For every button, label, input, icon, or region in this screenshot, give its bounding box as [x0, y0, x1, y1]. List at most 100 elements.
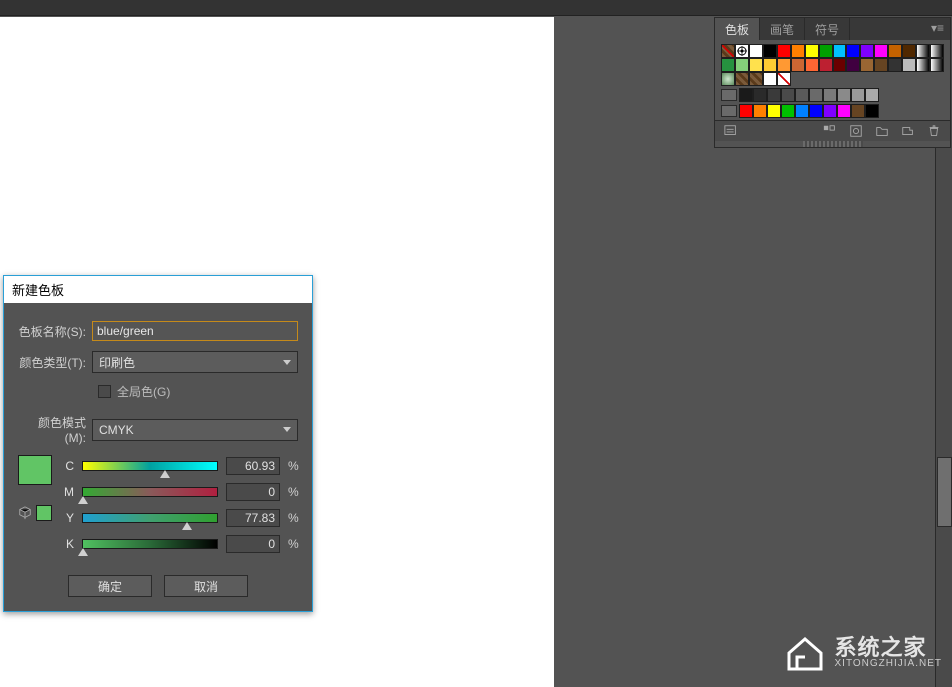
value-input-Y[interactable] [226, 509, 280, 527]
swatch[interactable] [795, 104, 809, 118]
tab-brushes[interactable]: 画笔 [760, 18, 805, 40]
swatch[interactable] [930, 44, 944, 58]
swatch[interactable] [823, 104, 837, 118]
color-mode-select[interactable]: CMYK [92, 419, 298, 441]
swatch[interactable] [846, 58, 860, 72]
swatch[interactable] [809, 104, 823, 118]
web-safe-icon[interactable] [18, 506, 32, 520]
swatch[interactable] [721, 58, 735, 72]
swatch[interactable] [916, 44, 930, 58]
swatch[interactable] [767, 88, 781, 102]
slider-Y[interactable] [82, 513, 218, 523]
swatch[interactable] [837, 88, 851, 102]
color-preview-small [36, 505, 52, 521]
swatch[interactable] [749, 58, 763, 72]
swatch[interactable] [781, 88, 795, 102]
swatch-libraries-icon[interactable] [723, 124, 739, 138]
swatch[interactable] [739, 104, 753, 118]
swatch[interactable] [735, 58, 749, 72]
swatch[interactable] [763, 72, 777, 86]
swatch-group-folder[interactable] [721, 89, 737, 101]
swatch-name-input[interactable] [92, 321, 298, 341]
swatch[interactable] [781, 104, 795, 118]
swatch[interactable] [851, 104, 865, 118]
swatch[interactable] [777, 44, 791, 58]
swatch-options-icon[interactable] [848, 124, 864, 138]
slider-M[interactable] [82, 487, 218, 497]
swatch[interactable] [888, 44, 902, 58]
chevron-down-icon [283, 360, 291, 365]
swatch[interactable] [767, 104, 781, 118]
slider-C[interactable] [82, 461, 218, 471]
swatch[interactable] [805, 58, 819, 72]
swatch[interactable] [809, 88, 823, 102]
swatch[interactable] [805, 44, 819, 58]
tab-symbols[interactable]: 符号 [805, 18, 850, 40]
swatch[interactable] [837, 104, 851, 118]
swatch[interactable] [860, 58, 874, 72]
swatch[interactable] [819, 44, 833, 58]
swatch[interactable] [865, 104, 879, 118]
panel-menu-icon[interactable]: ▾≡ [925, 18, 950, 40]
channel-label-C: C [62, 459, 74, 473]
swatch[interactable] [749, 44, 763, 58]
swatch[interactable] [791, 58, 805, 72]
swatch[interactable] [721, 72, 735, 86]
swatch[interactable] [777, 58, 791, 72]
new-swatch-icon[interactable] [900, 124, 916, 138]
value-input-C[interactable] [226, 457, 280, 475]
swatch-types-icon[interactable] [822, 124, 838, 138]
delete-icon[interactable] [926, 124, 942, 138]
swatch[interactable] [753, 88, 767, 102]
watermark-cn: 系统之家 [835, 637, 943, 659]
slider-thumb[interactable] [78, 496, 88, 504]
slider-K[interactable] [82, 539, 218, 549]
swatch[interactable] [833, 58, 847, 72]
swatch[interactable] [930, 58, 944, 72]
value-input-K[interactable] [226, 535, 280, 553]
swatch[interactable] [846, 44, 860, 58]
swatch[interactable] [735, 72, 749, 86]
swatch[interactable] [874, 58, 888, 72]
panel-tabs: 色板 画笔 符号 ▾≡ [715, 18, 950, 40]
channel-label-K: K [62, 537, 74, 551]
slider-thumb[interactable] [78, 548, 88, 556]
swatch[interactable] [753, 104, 767, 118]
swatch[interactable] [874, 44, 888, 58]
value-input-M[interactable] [226, 483, 280, 501]
swatch[interactable] [916, 58, 930, 72]
slider-thumb[interactable] [160, 470, 170, 478]
name-label: 色板名称(S): [18, 323, 92, 340]
swatch[interactable] [888, 58, 902, 72]
swatch[interactable] [860, 44, 874, 58]
color-type-value: 印刷色 [99, 354, 135, 371]
mode-label: 颜色模式(M): [18, 414, 92, 445]
swatch[interactable] [823, 88, 837, 102]
swatch[interactable] [865, 88, 879, 102]
swatch[interactable] [902, 58, 916, 72]
tab-swatches[interactable]: 色板 [715, 18, 760, 40]
swatch-group-folder[interactable] [721, 105, 737, 117]
swatch[interactable] [833, 44, 847, 58]
new-group-icon[interactable] [874, 124, 890, 138]
swatch[interactable] [735, 44, 749, 58]
swatch[interactable] [851, 88, 865, 102]
swatch[interactable] [739, 88, 753, 102]
panel-resize-grip[interactable] [803, 141, 863, 147]
scroll-thumb[interactable] [937, 457, 952, 527]
swatch[interactable] [819, 58, 833, 72]
swatch[interactable] [791, 44, 805, 58]
swatch[interactable] [749, 72, 763, 86]
swatch[interactable] [795, 88, 809, 102]
slider-thumb[interactable] [182, 522, 192, 530]
swatch[interactable] [763, 58, 777, 72]
cancel-button[interactable]: 取消 [164, 575, 248, 597]
new-swatch-dialog: 新建色板 色板名称(S): 颜色类型(T): 印刷色 全局色(G) 颜色模式(M… [3, 275, 313, 612]
ok-button[interactable]: 确定 [68, 575, 152, 597]
swatch[interactable] [777, 72, 791, 86]
global-color-checkbox[interactable] [98, 385, 111, 398]
swatch[interactable] [721, 44, 735, 58]
swatch[interactable] [902, 44, 916, 58]
swatch[interactable] [763, 44, 777, 58]
color-type-select[interactable]: 印刷色 [92, 351, 298, 373]
